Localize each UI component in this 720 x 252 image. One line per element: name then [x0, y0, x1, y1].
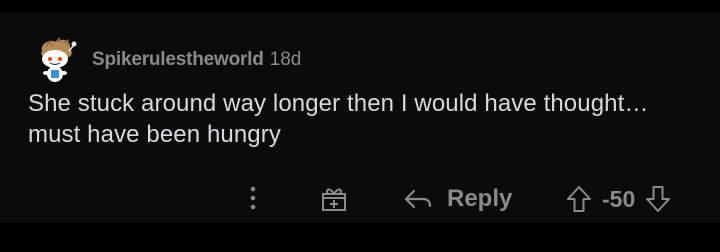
comment-body: She stuck around way longer then I would…: [28, 90, 649, 148]
screen: Spikerulestheworld 18d She stuck around …: [0, 0, 720, 252]
snoo-avatar-icon: [41, 37, 77, 82]
reply-arrow-icon: [404, 189, 432, 209]
avatar[interactable]: [36, 37, 78, 83]
gift-award-icon: [322, 188, 346, 211]
comment-card: Spikerulestheworld 18d She stuck around …: [0, 13, 720, 223]
vote-group: -50: [566, 182, 671, 216]
award-button[interactable]: [318, 184, 350, 214]
comment-age: 18d: [269, 49, 302, 70]
comment-actions: Reply -50: [0, 176, 720, 216]
reply-label: Reply: [447, 185, 513, 212]
downvote-arrow-icon: [646, 186, 671, 212]
more-vertical-icon: [250, 186, 256, 210]
vote-score: -50: [602, 185, 636, 212]
reply-button[interactable]: Reply: [403, 182, 512, 216]
downvote-button[interactable]: [645, 185, 671, 213]
upvote-button[interactable]: [566, 185, 592, 213]
comment-username[interactable]: Spikerulestheworld: [92, 49, 264, 71]
upvote-arrow-icon: [567, 186, 591, 212]
more-options-button[interactable]: [240, 184, 266, 212]
comment-header: Spikerulestheworld 18d: [36, 35, 301, 85]
